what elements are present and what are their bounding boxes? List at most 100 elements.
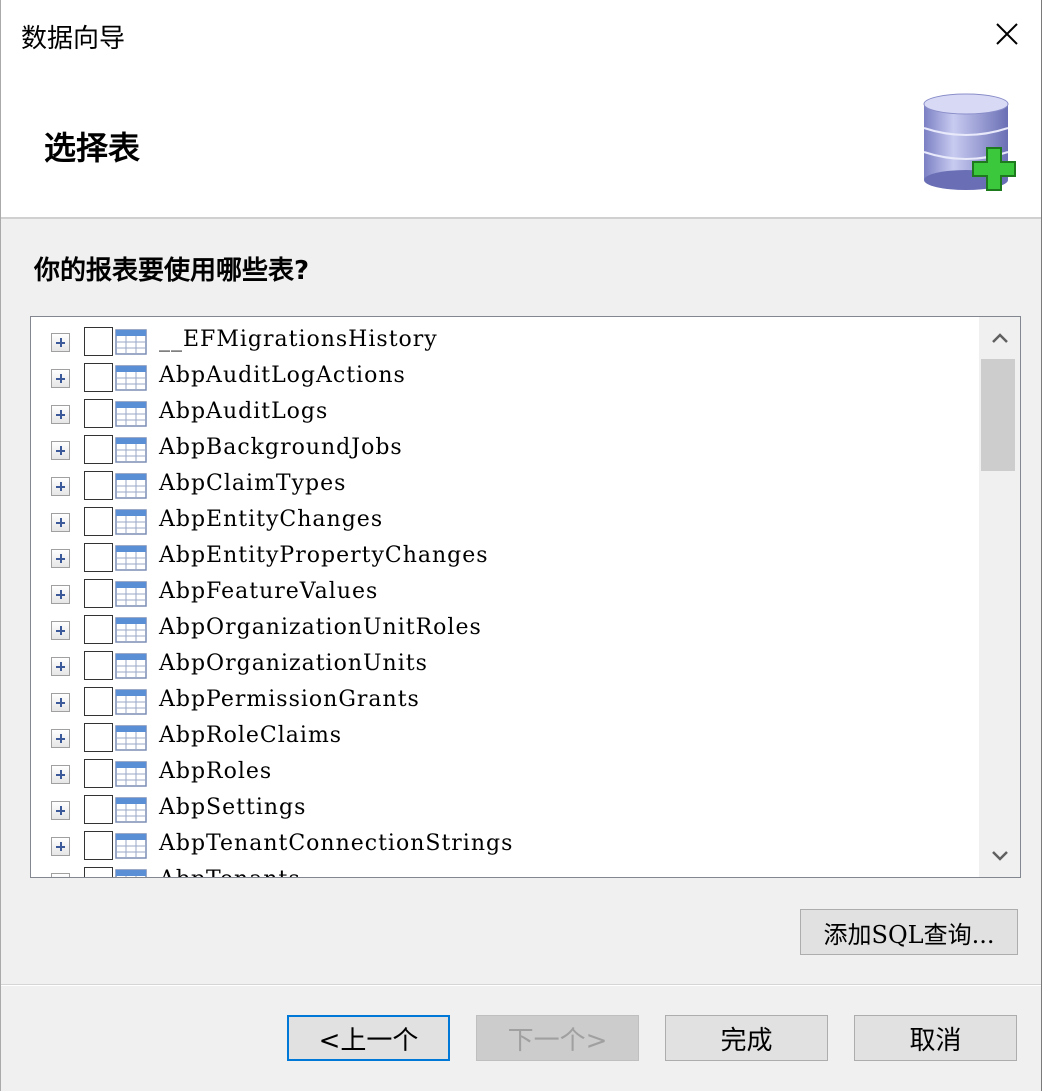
table-selection-prompt: 你的报表要使用哪些表?	[34, 256, 310, 286]
window-title: 数据向导	[21, 24, 126, 54]
table-icon	[115, 725, 147, 751]
table-icon	[115, 689, 147, 715]
plus-expander-icon[interactable]	[51, 549, 70, 568]
table-checkbox[interactable]	[84, 507, 113, 536]
plus-expander-icon[interactable]	[51, 477, 70, 496]
table-name: AbpFeatureValues	[159, 579, 379, 604]
table-icon	[115, 401, 147, 427]
table-icon	[115, 365, 147, 391]
chevron-up-icon	[992, 333, 1008, 343]
scroll-down-button[interactable]	[979, 835, 1020, 877]
table-name: AbpRoleClaims	[159, 723, 343, 748]
table-icon	[115, 797, 147, 823]
table-row[interactable]: AbpSettings	[31, 789, 976, 825]
finish-button[interactable]: 完成	[665, 1015, 828, 1061]
plus-expander-icon[interactable]	[51, 621, 70, 640]
table-name: __EFMigrationsHistory	[159, 327, 438, 352]
table-name: AbpTenantConnectionStrings	[159, 831, 514, 856]
table-name: AbpAuditLogs	[159, 399, 329, 424]
table-icon	[115, 653, 147, 679]
table-icon	[115, 761, 147, 787]
table-row[interactable]: __EFMigrationsHistory	[31, 321, 976, 357]
table-checkbox[interactable]	[84, 723, 113, 752]
plus-expander-icon[interactable]	[51, 765, 70, 784]
table-icon	[115, 833, 147, 859]
previous-button[interactable]: <上一个	[287, 1015, 450, 1061]
table-icon	[115, 869, 147, 877]
table-name: AbpPermissionGrants	[159, 687, 420, 712]
plus-expander-icon[interactable]	[51, 837, 70, 856]
table-checkbox[interactable]	[84, 615, 113, 644]
table-checkbox[interactable]	[84, 651, 113, 680]
plus-expander-icon[interactable]	[51, 585, 70, 604]
table-checkbox[interactable]	[84, 795, 113, 824]
table-checkbox[interactable]	[84, 831, 113, 860]
table-icon	[115, 437, 147, 463]
plus-expander-icon[interactable]	[51, 369, 70, 388]
table-icon	[115, 581, 147, 607]
plus-expander-icon[interactable]	[51, 657, 70, 676]
table-checkbox[interactable]	[84, 435, 113, 464]
table-icon	[115, 509, 147, 535]
plus-expander-icon[interactable]	[51, 693, 70, 712]
table-row[interactable]: AbpFeatureValues	[31, 573, 976, 609]
table-checkbox[interactable]	[84, 759, 113, 788]
close-icon	[996, 23, 1018, 45]
table-name: AbpAuditLogActions	[159, 363, 406, 388]
table-name: AbpTenants	[159, 867, 301, 877]
table-name: AbpEntityChanges	[159, 507, 384, 532]
table-row[interactable]: AbpAuditLogs	[31, 393, 976, 429]
table-name: AbpRoles	[159, 759, 273, 784]
next-button[interactable]: 下一个>	[476, 1015, 639, 1061]
add-sql-query-button[interactable]: 添加SQL查询...	[800, 909, 1018, 955]
table-row[interactable]: AbpEntityPropertyChanges	[31, 537, 976, 573]
table-checkbox[interactable]	[84, 363, 113, 392]
title-bar: 数据向导	[1, 0, 1041, 68]
table-row[interactable]: AbpBackgroundJobs	[31, 429, 976, 465]
table-name: AbpOrganizationUnitRoles	[159, 615, 482, 640]
table-checkbox[interactable]	[84, 399, 113, 428]
header-panel: 选择表	[1, 68, 1041, 219]
table-row[interactable]: AbpAuditLogActions	[31, 357, 976, 393]
plus-expander-icon[interactable]	[51, 333, 70, 352]
table-row[interactable]: AbpRoleClaims	[31, 717, 976, 753]
plus-expander-icon[interactable]	[51, 729, 70, 748]
scroll-thumb[interactable]	[981, 359, 1015, 471]
footer-separator	[1, 984, 1041, 986]
page-title: 选择表	[44, 129, 141, 167]
table-row[interactable]: AbpPermissionGrants	[31, 681, 976, 717]
table-icon	[115, 545, 147, 571]
plus-expander-icon[interactable]	[51, 801, 70, 820]
table-tree[interactable]: __EFMigrationsHistory AbpAuditLogActions A…	[30, 316, 1021, 878]
data-wizard-dialog: 数据向导 选择表 你的报表要使用哪些表? __EFMigrationsHisto…	[0, 0, 1042, 1091]
plus-expander-icon[interactable]	[51, 405, 70, 424]
table-checkbox[interactable]	[84, 471, 113, 500]
scroll-up-button[interactable]	[979, 317, 1020, 359]
table-row[interactable]: AbpOrganizationUnits	[31, 645, 976, 681]
table-row[interactable]: AbpTenants	[31, 861, 976, 877]
table-name: AbpSettings	[159, 795, 307, 820]
plus-expander-icon[interactable]	[51, 513, 70, 532]
table-row[interactable]: AbpEntityChanges	[31, 501, 976, 537]
table-checkbox[interactable]	[84, 687, 113, 716]
plus-expander-icon[interactable]	[51, 441, 70, 460]
table-checkbox[interactable]	[84, 867, 113, 877]
table-name: AbpEntityPropertyChanges	[159, 543, 489, 568]
cancel-button[interactable]: 取消	[854, 1015, 1017, 1061]
table-checkbox[interactable]	[84, 579, 113, 608]
table-row[interactable]: AbpRoles	[31, 753, 976, 789]
close-button[interactable]	[981, 12, 1033, 56]
table-checkbox[interactable]	[84, 327, 113, 356]
table-checkbox[interactable]	[84, 543, 113, 572]
table-icon	[115, 617, 147, 643]
table-name: AbpBackgroundJobs	[159, 435, 403, 460]
table-row[interactable]: AbpClaimTypes	[31, 465, 976, 501]
vertical-scrollbar[interactable]	[979, 317, 1020, 877]
table-row[interactable]: AbpOrganizationUnitRoles	[31, 609, 976, 645]
table-icon	[115, 473, 147, 499]
database-add-icon	[923, 93, 1016, 191]
chevron-down-icon	[992, 851, 1008, 861]
table-row[interactable]: AbpTenantConnectionStrings	[31, 825, 976, 861]
table-name: AbpClaimTypes	[159, 471, 347, 496]
plus-expander-icon[interactable]	[51, 873, 70, 877]
